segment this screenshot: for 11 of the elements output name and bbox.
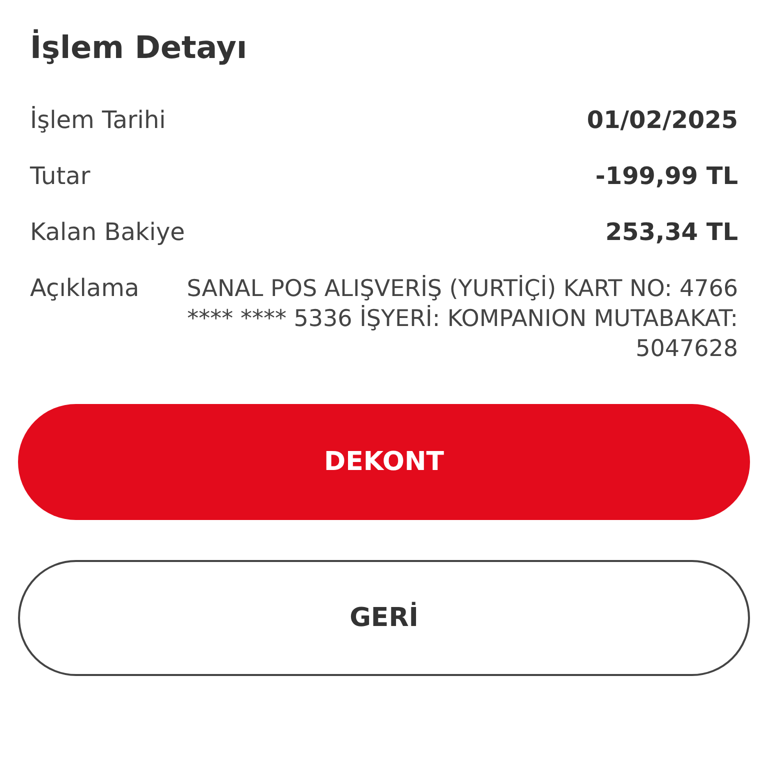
field-label: İşlem Tarihi (30, 106, 166, 134)
page-title: İşlem Detayı (30, 30, 248, 66)
field-value: SANAL POS ALIŞVERİŞ (YURTİÇİ) KART NO: 4766 **** **** 5336 İŞYERİ: KOMPANION MUTABAKAT: 5047628 (186, 274, 738, 364)
receipt-button[interactable]: DEKONT (18, 404, 750, 520)
field-label: Açıklama (30, 274, 140, 302)
field-label: Kalan Bakiye (30, 218, 185, 246)
field-value: 01/02/2025 (586, 106, 738, 134)
field-value: -199,99 TL (595, 162, 738, 190)
back-button[interactable]: GERİ (18, 560, 750, 676)
field-label: Tutar (30, 162, 90, 190)
field-value: 253,34 TL (605, 218, 738, 246)
